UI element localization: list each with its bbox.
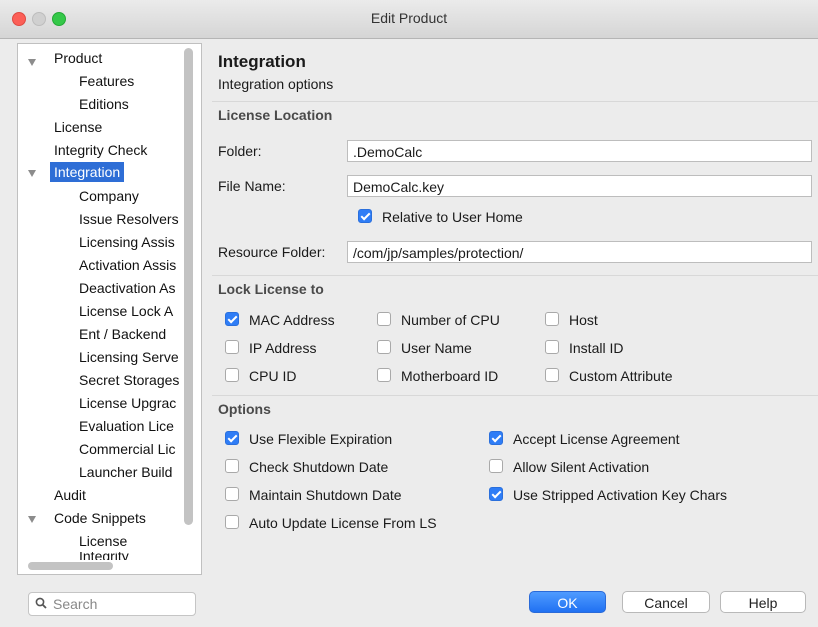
checkbox-icon	[545, 340, 559, 354]
tree-item-license-lock[interactable]: License Lock A	[79, 301, 173, 322]
checkbox-icon	[377, 312, 391, 326]
tree-item-product[interactable]: Product	[54, 48, 102, 69]
divider	[212, 101, 818, 102]
tree-item-features[interactable]: Features	[79, 71, 134, 92]
checkbox-icon	[377, 368, 391, 382]
checkbox-icon	[225, 487, 239, 501]
section-license-location: License Location	[218, 107, 333, 123]
tree-item-company[interactable]: Company	[79, 186, 139, 207]
section-options: Options	[218, 401, 271, 417]
search-icon	[35, 597, 47, 609]
checkbox-icon	[225, 459, 239, 473]
checkbox-icon	[489, 459, 503, 473]
tree-item-issue-resolvers[interactable]: Issue Resolvers	[79, 209, 179, 230]
tree-item-integration[interactable]: Integration	[50, 162, 125, 183]
tree-item-license-upgrade[interactable]: License Upgrac	[79, 393, 176, 414]
tree-item-evaluation-license[interactable]: Evaluation Lice	[79, 416, 174, 437]
checkbox-icon	[377, 340, 391, 354]
window-title: Edit Product	[370, 10, 448, 26]
tree-item-ent-backend[interactable]: Ent / Backend	[79, 324, 166, 345]
help-button[interactable]: Help	[720, 591, 806, 613]
tree-item-snippet-license[interactable]: License	[79, 531, 127, 552]
tree-item-secret-storages[interactable]: Secret Storages	[79, 370, 179, 391]
tree-item-license[interactable]: License	[54, 117, 102, 138]
folder-label: Folder:	[218, 143, 262, 159]
tree-item-launcher-build[interactable]: Launcher Build	[79, 462, 172, 483]
file-name-label: File Name:	[218, 178, 286, 194]
tree-item-audit[interactable]: Audit	[54, 485, 86, 506]
folder-input[interactable]: .DemoCalc	[347, 140, 812, 162]
navigation-tree[interactable]: Product Features Editions License Integr…	[17, 43, 202, 575]
expand-arrow-icon[interactable]	[28, 59, 36, 66]
tree-horizontal-scrollbar[interactable]	[28, 562, 113, 570]
tree-item-code-snippets[interactable]: Code Snippets	[54, 508, 146, 529]
search-placeholder: Search	[53, 596, 98, 612]
panel-subtitle: Integration options	[218, 76, 334, 92]
title-bar: Edit Product	[0, 0, 818, 39]
divider	[212, 395, 818, 396]
tree-item-commercial-license[interactable]: Commercial Lic	[79, 439, 175, 460]
checkbox-icon	[225, 340, 239, 354]
expand-arrow-icon[interactable]	[28, 170, 36, 177]
tree-vertical-scrollbar[interactable]	[184, 48, 193, 525]
tree-item-activation-assistant[interactable]: Activation Assis	[79, 255, 176, 276]
checkbox-icon	[225, 368, 239, 382]
checkbox-checked-icon	[489, 431, 503, 445]
file-name-input[interactable]: DemoCalc.key	[347, 175, 812, 197]
checkbox-checked-icon	[225, 431, 239, 445]
checkbox-checked-icon	[489, 487, 503, 501]
tree-item-snippet-integrity[interactable]: Integrity	[79, 552, 129, 560]
tree-item-licensing-assistant[interactable]: Licensing Assis	[79, 232, 175, 253]
divider	[212, 275, 818, 276]
section-lock-license: Lock License to	[218, 281, 324, 297]
tree-item-editions[interactable]: Editions	[79, 94, 129, 115]
ok-button[interactable]: OK	[529, 591, 606, 613]
tree-item-deactivation-assistant[interactable]: Deactivation As	[79, 278, 176, 299]
panel-title: Integration	[218, 52, 306, 71]
checkbox-checked-icon	[225, 312, 239, 326]
checkbox-icon	[545, 368, 559, 382]
tree-search-field[interactable]: Search	[28, 592, 196, 616]
resource-folder-label: Resource Folder:	[218, 244, 326, 260]
checkbox-icon	[225, 515, 239, 529]
checkbox-icon	[545, 312, 559, 326]
tree-item-integrity-check[interactable]: Integrity Check	[54, 140, 147, 161]
checkbox-checked-icon	[358, 209, 372, 223]
resource-folder-input[interactable]: /com/jp/samples/protection/	[347, 241, 812, 263]
tree-item-licensing-server[interactable]: Licensing Serve	[79, 347, 179, 368]
cancel-button[interactable]: Cancel	[622, 591, 710, 613]
expand-arrow-icon[interactable]	[28, 516, 36, 523]
